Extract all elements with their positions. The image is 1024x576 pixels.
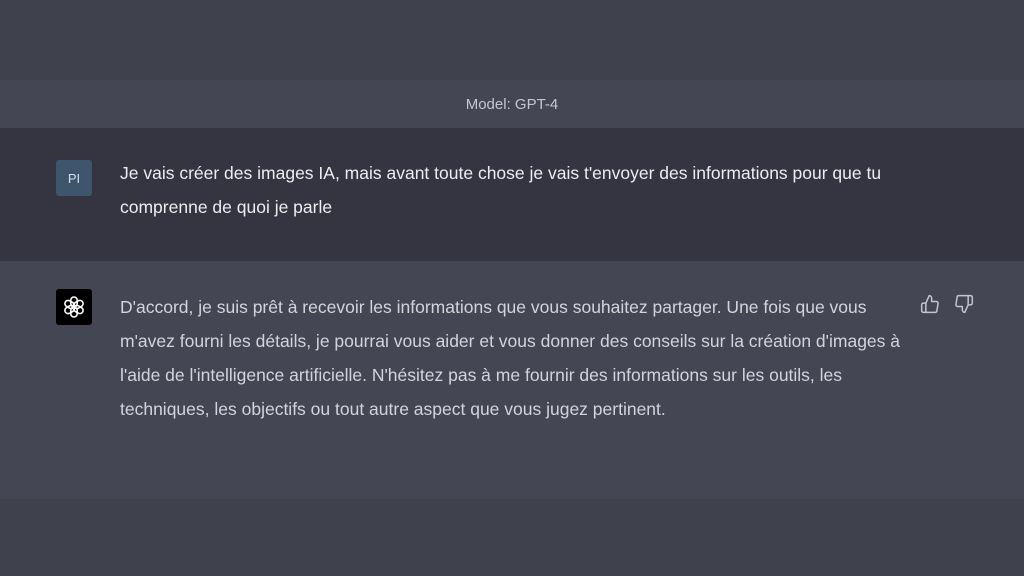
thumbs-down-icon xyxy=(955,294,974,314)
user-avatar-initials: PI xyxy=(67,170,81,186)
assistant-message-text: D'accord, je suis prêt à recevoir les in… xyxy=(120,297,901,419)
bottom-band xyxy=(0,499,1024,576)
thumbs-up-icon xyxy=(920,294,939,314)
openai-logo-icon xyxy=(64,296,84,318)
model-info-bar: Model: GPT-4 xyxy=(0,80,1024,128)
top-band xyxy=(0,0,1024,80)
user-message-text: Je vais créer des images IA, mais avant … xyxy=(120,163,882,217)
model-label: Model: GPT-4 xyxy=(465,95,559,113)
thumbs-up-button[interactable] xyxy=(918,292,942,316)
assistant-avatar xyxy=(56,289,92,325)
thumbs-down-button[interactable] xyxy=(952,292,976,316)
user-avatar: PI xyxy=(56,160,92,196)
